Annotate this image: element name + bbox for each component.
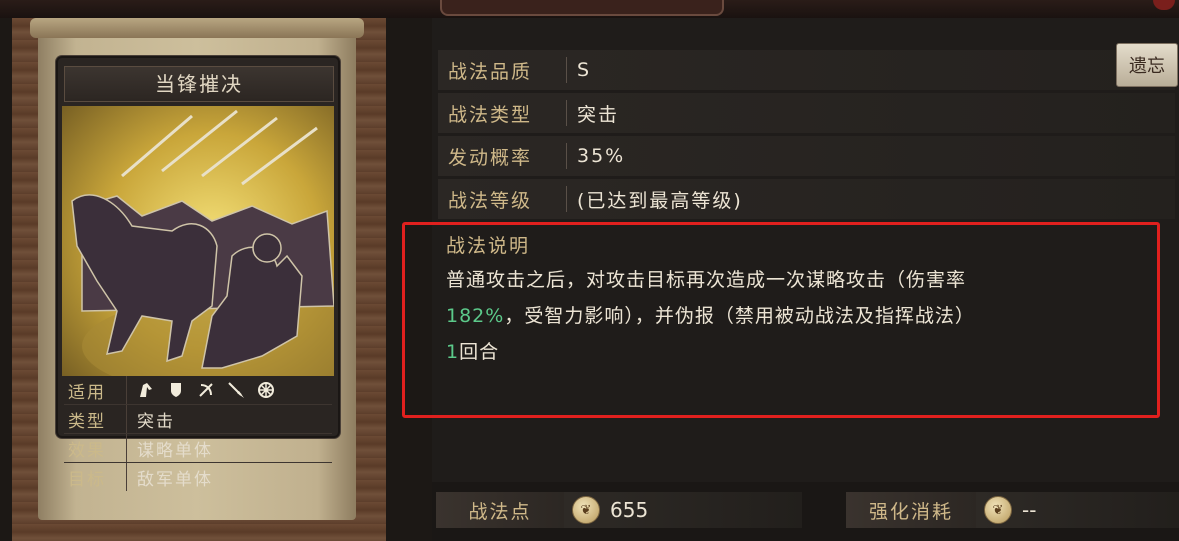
row-divider: [566, 143, 567, 169]
type-info-value: 突击: [577, 103, 620, 126]
card-row-target: 目标 敌军单体: [64, 463, 332, 491]
card-row-effect: 效果 谋略单体: [64, 434, 332, 463]
row-divider: [566, 57, 567, 83]
tactic-point-icon: ❦: [984, 496, 1012, 524]
points-value: 655: [610, 498, 649, 522]
info-row-type: 战法类型 突击: [438, 93, 1175, 133]
upgrade-value-box: ❦ --: [976, 492, 1179, 528]
target-label: 目标: [68, 469, 106, 490]
effect-value: 谋略单体: [126, 434, 213, 462]
shield-icon: [167, 381, 185, 399]
tactic-card: 当锋摧决 适用 类型 突击 效果 谋略单体 目标 敌军单体: [56, 56, 382, 491]
upgrade-label: 强化消耗: [846, 492, 976, 528]
top-tab-frame: [440, 0, 724, 16]
description-highlight-box: [402, 222, 1160, 418]
applicable-label: 适用: [68, 382, 106, 403]
quality-label: 战法品质: [448, 60, 533, 83]
tactic-points: 战法点 ❦ 655: [436, 492, 802, 528]
upgrade-value: --: [1022, 498, 1037, 522]
effect-label: 效果: [68, 440, 106, 461]
top-bar: [0, 0, 1179, 18]
card-row-type: 类型 突击: [64, 405, 332, 434]
card-row-applicable: 适用: [64, 376, 332, 405]
row-divider: [566, 186, 567, 212]
rate-label: 发动概率: [448, 146, 533, 169]
bow-icon: [197, 381, 215, 399]
applicable-icons: [126, 376, 275, 404]
info-row-rate: 发动概率 35%: [438, 136, 1175, 176]
card-attributes: 适用 类型 突击 效果 谋略单体 目标 敌军单体: [64, 376, 332, 491]
row-divider: [566, 100, 567, 126]
spear-icon: [227, 381, 245, 399]
upgrade-cost: 强化消耗 ❦ --: [846, 492, 1179, 528]
type-label: 类型: [68, 411, 106, 432]
level-value: (已达到最高等级): [577, 189, 743, 212]
tactic-point-icon: ❦: [572, 496, 600, 524]
info-row-level: 战法等级 (已达到最高等级): [438, 179, 1175, 219]
wheel-icon: [257, 381, 275, 399]
scroll-rod: [30, 18, 364, 38]
points-label: 战法点: [436, 492, 564, 528]
forget-button[interactable]: 遗忘: [1116, 43, 1178, 87]
type-value: 突击: [126, 405, 175, 433]
close-button[interactable]: [1153, 0, 1175, 10]
target-value: 敌军单体: [126, 463, 213, 491]
info-row-quality: 战法品质 S: [438, 50, 1175, 90]
cavalry-charge-artwork: [62, 106, 382, 396]
card-title: 当锋摧决: [64, 66, 334, 102]
cavalry-icon: [137, 381, 155, 399]
level-label: 战法等级: [448, 189, 533, 212]
type-info-label: 战法类型: [448, 103, 533, 126]
quality-value: S: [577, 59, 592, 81]
rate-value: 35%: [577, 145, 626, 167]
points-value-box: ❦ 655: [564, 492, 802, 528]
